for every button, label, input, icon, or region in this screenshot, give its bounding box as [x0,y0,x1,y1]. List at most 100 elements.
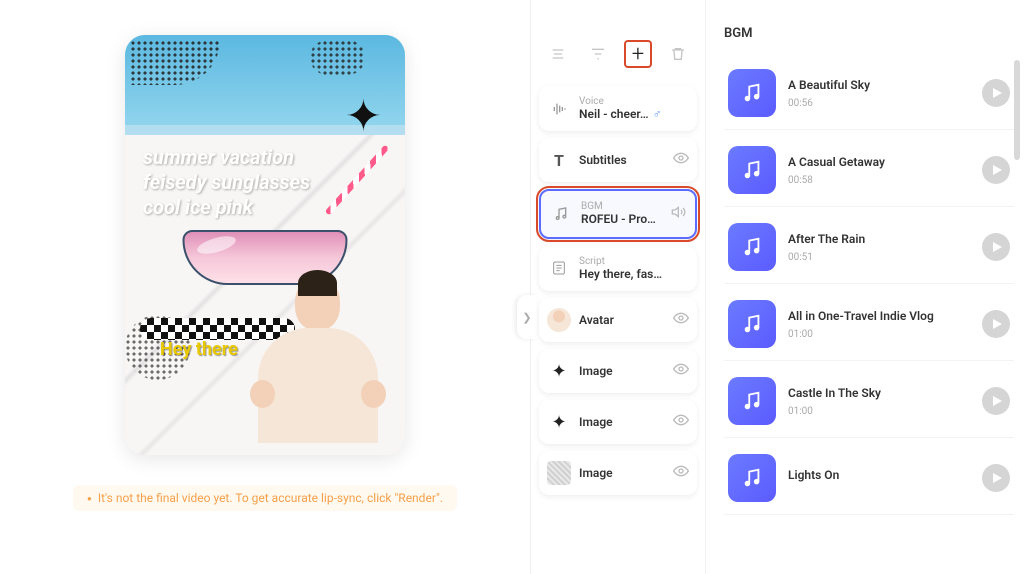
sparkle-icon: ✦ [547,410,571,434]
voice-icon [547,97,571,121]
layer-value: Neil - cheer… [579,107,649,121]
sparkle-icon: ✦ [547,359,571,383]
play-button[interactable] [982,464,1010,492]
gender-male-icon: ♂ [653,107,662,121]
track-row[interactable]: A Beautiful Sky 00:56 [724,61,1014,130]
layer-bgm[interactable]: BGM ROFEU - Pro… [539,189,697,238]
layer-value: Image [579,415,665,429]
visibility-toggle[interactable] [673,412,689,432]
expand-handle[interactable]: ❯ [517,295,537,339]
track-cover [728,69,776,117]
play-button[interactable] [982,233,1010,261]
track-duration: 01:00 [788,329,970,340]
eye-icon [673,310,689,326]
layer-label: BGM [581,201,663,212]
track-name: All in One-Travel Indie Vlog [788,309,970,323]
sparkle-icon [345,90,390,135]
layer-value: Image [579,466,665,480]
visibility-toggle[interactable] [673,463,689,483]
eye-icon [673,412,689,428]
track-name: Castle In The Sky [788,386,970,400]
overlay-line: summer vacation [143,145,310,170]
layer-voice[interactable]: Voice Neil - cheer… ♂ [539,86,697,131]
panel-title: BGM [724,26,1014,41]
track-duration: 01:00 [788,406,970,417]
trash-icon [670,46,686,62]
bgm-library-pane: BGM A Beautiful Sky 00:56 A Casual Getaway… [705,0,1024,574]
preview-pane: summer vacation feisedy sunglasses cool … [0,0,530,574]
music-note-icon [549,202,573,226]
layer-value: Avatar [579,313,665,327]
overlay-line: feisedy sunglasses [143,170,310,195]
track-duration: 00:51 [788,252,970,263]
avatar-thumb-icon [547,308,571,332]
filter-button[interactable] [584,40,612,68]
layer-value: ROFEU - Pro… [581,212,663,226]
eye-icon [673,463,689,479]
plus-icon: + [632,42,644,67]
overlay-line: cool ice pink [143,195,310,220]
layer-label: Voice [579,96,689,107]
avatar-presenter [240,275,395,455]
text-icon: T [547,148,571,172]
video-preview[interactable]: summer vacation feisedy sunglasses cool … [125,35,405,455]
track-name: A Casual Getaway [788,155,970,169]
visibility-toggle[interactable] [673,150,689,170]
music-note-icon [741,313,763,335]
track-name: Lights On [788,468,970,482]
track-row[interactable]: A Casual Getaway 00:58 [724,138,1014,207]
delete-layer-button[interactable] [664,40,692,68]
track-name: A Beautiful Sky [788,78,970,92]
layer-avatar[interactable]: Avatar [539,298,697,342]
track-row[interactable]: Castle In The Sky 01:00 [724,369,1014,438]
decor-halftone-tr [310,40,365,75]
layer-pane: ❯ + Voice Neil - cheer… ♂ T Subtitles [530,0,705,574]
eye-icon [673,361,689,377]
play-button[interactable] [982,79,1010,107]
track-duration: 00:56 [788,98,970,109]
align-icon [550,46,566,62]
visibility-toggle[interactable] [673,361,689,381]
render-notice-text: It's not the final video yet. To get acc… [98,491,443,505]
music-note-icon [741,159,763,181]
layer-value: Image [579,364,665,378]
layer-subtitles[interactable]: T Subtitles [539,138,697,182]
layer-image[interactable]: Image [539,451,697,495]
texture-thumb-icon [547,461,571,485]
track-row[interactable]: All in One-Travel Indie Vlog 01:00 [724,292,1014,361]
play-button[interactable] [982,310,1010,338]
music-note-icon [741,236,763,258]
layer-script[interactable]: Script Hey there, fas… [539,246,697,291]
music-note-icon [741,467,763,489]
layer-label: Script [579,256,689,267]
speaker-icon [671,204,687,220]
overlay-text: summer vacation feisedy sunglasses cool … [143,145,310,220]
filter-icon [590,46,606,62]
layer-image[interactable]: ✦ Image [539,349,697,393]
add-layer-button[interactable]: + [624,40,652,68]
track-cover [728,223,776,271]
layer-value: Subtitles [579,153,665,167]
track-cover [728,300,776,348]
track-row[interactable]: Lights On [724,446,1014,515]
track-duration: 00:58 [788,175,970,186]
track-list: A Beautiful Sky 00:56 A Casual Getaway 00:5… [724,61,1014,515]
play-button[interactable] [982,387,1010,415]
layer-value: Hey there, fas… [579,267,689,281]
track-cover [728,146,776,194]
eye-icon [673,150,689,166]
render-notice: It's not the final video yet. To get acc… [73,485,457,511]
play-button[interactable] [982,156,1010,184]
music-note-icon [741,390,763,412]
layer-toolbar: + [531,30,705,78]
layer-image[interactable]: ✦ Image [539,400,697,444]
scrollbar[interactable] [1014,60,1020,160]
track-row[interactable]: After The Rain00:51 [724,215,1014,284]
music-note-icon [741,82,763,104]
script-icon [547,256,571,280]
track-cover [728,454,776,502]
audio-toggle[interactable] [671,204,687,224]
align-button[interactable] [544,40,572,68]
visibility-toggle[interactable] [673,310,689,330]
layer-list: Voice Neil - cheer… ♂ T Subtitles BGM RO… [531,78,705,503]
